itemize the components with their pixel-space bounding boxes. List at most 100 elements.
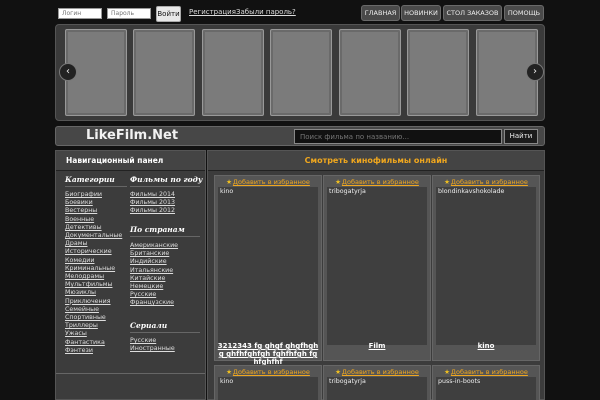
category-link[interactable]: Фэнтези [65,347,122,355]
movie-poster[interactable]: tribogatyrja [326,186,428,346]
divider [130,332,200,333]
category-link[interactable]: Фантастика [65,339,122,347]
add-favorite-label: Добавить в избранное [450,368,528,376]
movie-card[interactable]: ★Добавить в избранное puss-in-boots [432,365,540,400]
slider-poster[interactable] [133,29,195,116]
slider-next-icon[interactable]: › [526,63,544,81]
movie-poster[interactable]: kino [217,376,319,400]
forgot-password-link[interactable]: Забыли пароль? [236,8,296,16]
add-favorite-link[interactable]: ★Добавить в избранное [324,178,430,186]
content-title: Смотреть кинофильмы онлайн [208,151,544,171]
category-link[interactable]: Документальные [65,232,122,240]
search-button[interactable]: Найти [504,129,538,144]
category-link[interactable]: Мюзиклы [65,289,122,297]
poster-slider: ‹ › [55,24,545,121]
category-link[interactable]: Биографии [65,191,122,199]
slider-poster[interactable] [339,29,401,116]
login-input[interactable] [58,8,102,19]
category-link[interactable]: Детективы [65,224,122,232]
series-list: Русские Иностранные [130,337,175,353]
nav-home-button[interactable]: ГЛАВНАЯ [361,5,400,21]
navigation-panel: Навигационный панел Категории Биографии Б… [55,150,206,400]
country-link[interactable]: Немецкие [130,283,178,291]
add-favorite-label: Добавить в избранное [341,368,419,376]
poster-alt-text: kino [220,188,234,195]
year-link[interactable]: Фильмы 2012 [130,207,175,215]
country-link[interactable]: Французские [130,299,178,307]
star-icon: ★ [444,178,450,186]
add-favorite-link[interactable]: ★Добавить в избранное [433,368,539,376]
movie-poster[interactable]: kino [217,186,319,346]
site-header: LikeFilm.Net Найти [55,126,545,146]
series-link[interactable]: Русские [130,337,175,345]
register-link[interactable]: Регистрация [189,8,236,16]
slider-poster[interactable] [407,29,469,116]
nav-help-button[interactable]: ПОМОЩЬ [504,5,544,21]
countries-heading: По странам [130,225,185,234]
divider [65,186,127,187]
top-bar: Войти Регистрация Забыли пароль? ГЛАВНАЯ… [0,0,600,26]
nav-new-button[interactable]: НОВИНКИ [401,5,441,21]
country-link[interactable]: Индийские [130,258,178,266]
add-favorite-link[interactable]: ★Добавить в избранное [215,178,321,186]
add-favorite-link[interactable]: ★Добавить в избранное [215,368,321,376]
category-link[interactable]: Исторические [65,248,122,256]
add-favorite-label: Добавить в избранное [232,178,310,186]
slider-poster[interactable] [270,29,332,116]
site-logo[interactable]: LikeFilm.Net [86,128,178,143]
movie-title-link[interactable]: kino [435,342,537,350]
category-link[interactable]: Ужасы [65,330,122,338]
movie-poster[interactable]: blondinkavshokolade [435,186,537,346]
nav-orders-button[interactable]: СТОЛ ЗАКАЗОВ [443,5,502,21]
slider-poster[interactable] [202,29,264,116]
movie-card[interactable]: ★Добавить в избранное tribogatyrja [323,365,431,400]
category-link[interactable]: Триллеры [65,322,122,330]
category-link[interactable]: Комедии [65,257,122,265]
movie-card[interactable]: ★Добавить в избранное kino [214,365,322,400]
category-link[interactable]: Спортивные [65,314,122,322]
series-link[interactable]: Иностранные [130,345,175,353]
country-link[interactable]: Американские [130,242,178,250]
login-button[interactable]: Войти [156,6,181,22]
add-favorite-link[interactable]: ★Добавить в избранное [324,368,430,376]
movie-title-link[interactable]: Film [326,342,428,350]
country-link[interactable]: Итальянские [130,267,178,275]
years-heading: Фильмы по году [130,175,203,184]
divider [56,373,205,374]
years-list: Фильмы 2014 Фильмы 2013 Фильмы 2012 [130,191,175,216]
poster-alt-text: blondinkavshokolade [438,188,505,195]
divider [130,186,200,187]
country-link[interactable]: Китайские [130,275,178,283]
add-favorite-label: Добавить в избранное [450,178,528,186]
movie-card[interactable]: ★Добавить в избранное tribogatyrja Film [323,175,431,361]
movie-poster[interactable]: tribogatyrja [326,376,428,400]
year-link[interactable]: Фильмы 2013 [130,199,175,207]
slider-prev-icon[interactable]: ‹ [59,63,77,81]
divider [130,236,200,237]
category-link[interactable]: Мелодрамы [65,273,122,281]
poster-alt-text: tribogatyrja [329,378,366,385]
year-link[interactable]: Фильмы 2014 [130,191,175,199]
poster-alt-text: puss-in-boots [438,378,481,385]
movie-card[interactable]: ★Добавить в избранное kino 3212343 fg ghgf… [214,175,322,366]
category-link[interactable]: Криминальные [65,265,122,273]
movie-title-link[interactable]: 3212343 fg ghgf ghgfhghg ghfhfghfgh fghf… [217,342,319,366]
category-link[interactable]: Семейные [65,306,122,314]
star-icon: ★ [335,368,341,376]
category-link[interactable]: Боевики [65,199,122,207]
poster-alt-text: kino [220,378,234,385]
category-link[interactable]: Драмы [65,240,122,248]
category-link[interactable]: Военные [65,216,122,224]
add-favorite-link[interactable]: ★Добавить в избранное [433,178,539,186]
movie-card[interactable]: ★Добавить в избранное blondinkavshokolade… [432,175,540,361]
password-input[interactable] [107,8,151,19]
country-link[interactable]: Русские [130,291,178,299]
category-link[interactable]: Мультфильмы [65,281,122,289]
category-link[interactable]: Приключения [65,298,122,306]
movie-poster[interactable]: puss-in-boots [435,376,537,400]
category-link[interactable]: Вестерны [65,207,122,215]
search-input[interactable] [294,129,502,144]
star-icon: ★ [335,178,341,186]
categories-heading: Категории [65,175,115,184]
star-icon: ★ [226,368,232,376]
